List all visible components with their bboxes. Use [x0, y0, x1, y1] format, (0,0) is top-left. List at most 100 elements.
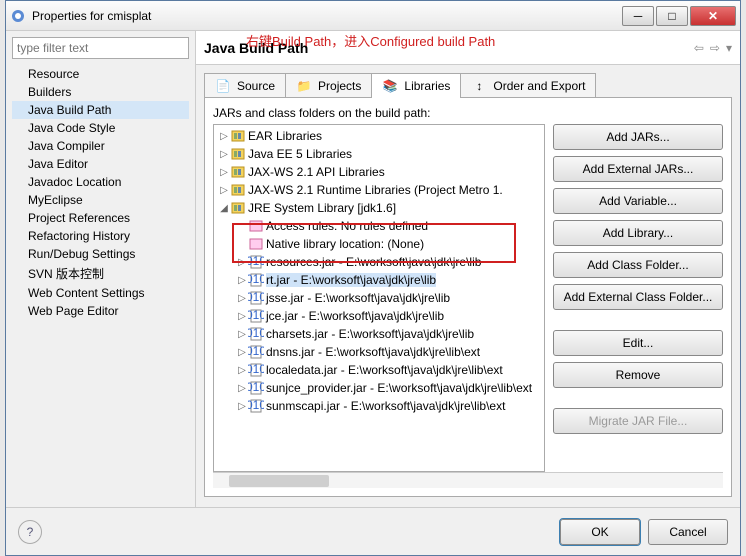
tab-order-and-export[interactable]: ↕Order and Export — [460, 73, 596, 98]
node-label: Java EE 5 Libraries — [248, 147, 352, 161]
svg-text:010: 010 — [248, 254, 264, 268]
node-icon — [230, 164, 246, 180]
category-item[interactable]: Run/Debug Settings — [12, 245, 189, 263]
node-label: sunmscapi.jar - E:\worksoft\java\jdk\jre… — [266, 399, 505, 413]
tab-icon: 📁 — [296, 78, 312, 94]
node-label: resources.jar - E:\worksoft\java\jdk\jre… — [266, 255, 481, 269]
expander-icon[interactable]: ◢ — [218, 203, 230, 214]
jar-node[interactable]: ▷010localedata.jar - E:\worksoft\java\jd… — [216, 361, 542, 379]
expander-icon[interactable]: ▷ — [236, 257, 248, 268]
tab-label: Libraries — [404, 79, 450, 93]
jar-node[interactable]: ▷010charsets.jar - E:\worksoft\java\jdk\… — [216, 325, 542, 343]
forward-icon[interactable]: ⇨ — [710, 41, 720, 55]
horizontal-scrollbar[interactable] — [213, 472, 723, 488]
remove-button[interactable]: Remove — [553, 362, 723, 388]
jre-system-library-node[interactable]: ◢JRE System Library [jdk1.6] — [216, 199, 542, 217]
migrate-jar-file-button: Migrate JAR File... — [553, 408, 723, 434]
add-external-class-folder-button[interactable]: Add External Class Folder... — [553, 284, 723, 310]
svg-text:010: 010 — [248, 362, 264, 376]
category-item[interactable]: Javadoc Location — [12, 173, 189, 191]
expander-icon[interactable]: ▷ — [218, 131, 230, 142]
expander-icon[interactable]: ▷ — [236, 275, 248, 286]
jar-node[interactable]: ▷010dnsns.jar - E:\worksoft\java\jdk\jre… — [216, 343, 542, 361]
tab-libraries[interactable]: 📚Libraries — [371, 73, 461, 98]
category-item[interactable]: Refactoring History — [12, 227, 189, 245]
category-item[interactable]: Java Compiler — [12, 137, 189, 155]
category-item[interactable]: Web Content Settings — [12, 284, 189, 302]
library-node[interactable]: ▷ EAR Libraries — [216, 127, 542, 145]
node-icon — [248, 236, 264, 252]
jar-node[interactable]: ▷010resources.jar - E:\worksoft\java\jdk… — [216, 253, 542, 271]
node-icon — [230, 128, 246, 144]
library-property-node[interactable]: Native library location: (None) — [216, 235, 542, 253]
category-item[interactable]: Java Code Style — [12, 119, 189, 137]
category-item[interactable]: Java Editor — [12, 155, 189, 173]
expander-icon[interactable]: ▷ — [236, 293, 248, 304]
library-property-node[interactable]: Access rules: No rules defined — [216, 217, 542, 235]
tab-label: Projects — [318, 79, 361, 93]
node-icon — [230, 182, 246, 198]
expander-icon[interactable]: ▷ — [236, 383, 248, 394]
tab-source[interactable]: 📄Source — [204, 73, 286, 98]
expander-icon[interactable]: ▷ — [218, 185, 230, 196]
help-button[interactable]: ? — [18, 520, 42, 544]
svg-text:010: 010 — [248, 398, 264, 412]
jar-node[interactable]: ▷010jsse.jar - E:\worksoft\java\jdk\jre\… — [216, 289, 542, 307]
add-jars-button[interactable]: Add JARs... — [553, 124, 723, 150]
add-class-folder-button[interactable]: Add Class Folder... — [553, 252, 723, 278]
library-node[interactable]: ▷ Java EE 5 Libraries — [216, 145, 542, 163]
add-library-button[interactable]: Add Library... — [553, 220, 723, 246]
node-label: JAX-WS 2.1 API Libraries — [248, 165, 385, 179]
expander-icon[interactable]: ▷ — [218, 167, 230, 178]
library-node[interactable]: ▷JAX-WS 2.1 Runtime Libraries (Project M… — [216, 181, 542, 199]
node-icon — [248, 218, 264, 234]
node-icon: 010 — [248, 362, 264, 378]
expander-icon[interactable]: ▷ — [236, 365, 248, 376]
node-label: rt.jar - E:\worksoft\java\jdk\jre\lib — [266, 273, 436, 287]
expander-icon[interactable]: ▷ — [236, 329, 248, 340]
expander-icon[interactable]: ▷ — [218, 149, 230, 160]
tab-projects[interactable]: 📁 Projects — [285, 73, 372, 98]
edit-button[interactable]: Edit... — [553, 330, 723, 356]
jar-node[interactable]: ▷010sunmscapi.jar - E:\worksoft\java\jdk… — [216, 397, 542, 415]
node-label: dnsns.jar - E:\worksoft\java\jdk\jre\lib… — [266, 345, 480, 359]
category-item[interactable]: Project References — [12, 209, 189, 227]
category-item[interactable]: Web Page Editor — [12, 302, 189, 320]
expander-icon[interactable]: ▷ — [236, 311, 248, 322]
jar-node[interactable]: ▷010jce.jar - E:\worksoft\java\jdk\jre\l… — [216, 307, 542, 325]
maximize-button[interactable]: □ — [656, 6, 688, 26]
close-button[interactable]: ✕ — [690, 6, 736, 26]
node-icon: 010 — [248, 290, 264, 306]
expander-icon[interactable]: ▷ — [236, 347, 248, 358]
menu-chevron-icon[interactable]: ▾ — [726, 41, 732, 55]
libraries-tab-content: JARs and class folders on the build path… — [204, 97, 732, 497]
category-item[interactable]: Builders — [12, 83, 189, 101]
cancel-button[interactable]: Cancel — [648, 519, 728, 545]
library-node[interactable]: ▷ JAX-WS 2.1 API Libraries — [216, 163, 542, 181]
jar-node[interactable]: ▷010sunjce_provider.jar - E:\worksoft\ja… — [216, 379, 542, 397]
node-icon: 010 — [248, 272, 264, 288]
expander-icon[interactable]: ▷ — [236, 401, 248, 412]
node-icon: 010 — [248, 254, 264, 270]
ok-button[interactable]: OK — [560, 519, 640, 545]
libraries-tree[interactable]: ▷EAR Libraries▷Java EE 5 Libraries▷JAX-W… — [213, 124, 545, 472]
back-icon[interactable]: ⇦ — [694, 41, 704, 55]
jar-node[interactable]: ▷010rt.jar - E:\worksoft\java\jdk\jre\li… — [216, 271, 542, 289]
add-external-jars-button[interactable]: Add External JARs... — [553, 156, 723, 182]
titlebar: Properties for cmisplat ─ □ ✕ — [6, 1, 740, 31]
category-item[interactable]: MyEclipse — [12, 191, 189, 209]
filter-input[interactable] — [12, 37, 189, 59]
node-label: Access rules: No rules defined — [266, 219, 428, 233]
minimize-button[interactable]: ─ — [622, 6, 654, 26]
add-variable-button[interactable]: Add Variable... — [553, 188, 723, 214]
node-label: charsets.jar - E:\worksoft\java\jdk\jre\… — [266, 327, 474, 341]
node-label: EAR Libraries — [248, 129, 322, 143]
node-icon: 010 — [248, 398, 264, 414]
category-item[interactable]: Resource — [12, 65, 189, 83]
category-item[interactable]: SVN 版本控制 — [12, 263, 189, 284]
node-label: Native library location: (None) — [266, 237, 424, 251]
tab-icon: 📄 — [215, 78, 231, 94]
category-item[interactable]: Java Build Path — [12, 101, 189, 119]
category-list[interactable]: ResourceBuildersJava Build PathJava Code… — [12, 65, 189, 501]
node-icon: 010 — [248, 344, 264, 360]
